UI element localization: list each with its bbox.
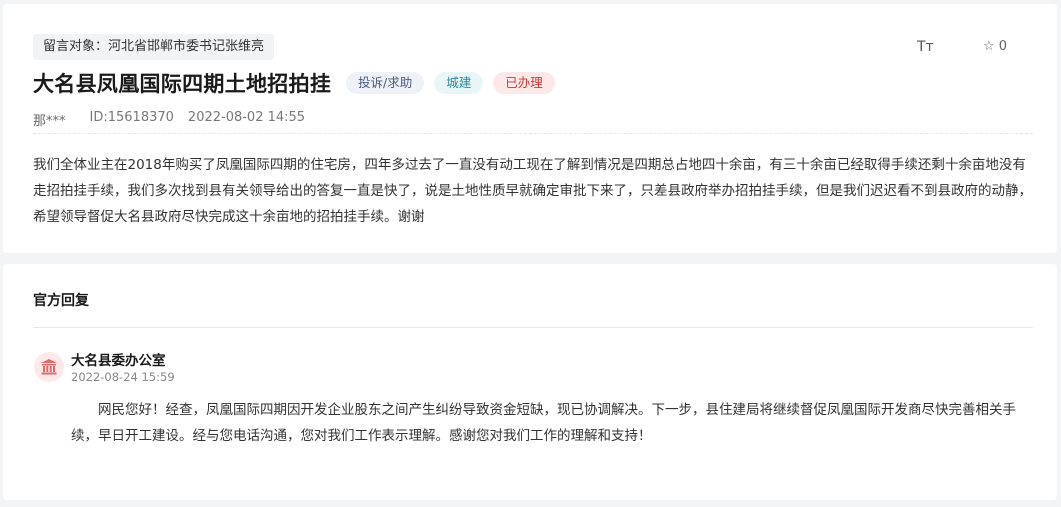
author-name: 那***: [33, 114, 66, 129]
tag-list: 投诉/求助 城建 已办理: [346, 72, 555, 94]
status-badge: 已办理: [493, 72, 555, 94]
message-id: ID:15618370: [89, 110, 174, 125]
avatar: [34, 352, 64, 382]
government-building-icon: [41, 359, 57, 375]
reply-datetime: 2022-08-24 15:59: [71, 370, 175, 384]
star-outline-icon: ☆: [983, 39, 995, 54]
message-target-chip: 留言对象：河北省邯郸市委书记张维亮: [33, 34, 275, 60]
message-datetime: 2022-08-02 14:55: [187, 110, 306, 125]
official-reply-card: 官方回复 大名县委办公室 2022-08-24 15:59 网民您好！经查，凤凰…: [3, 264, 1057, 500]
message-meta: 那*** ID:15618370 2022-08-02 14:55: [33, 110, 305, 129]
favorite-button[interactable]: ☆ 0: [983, 39, 1007, 54]
favorite-count: 0: [998, 39, 1008, 54]
message-card: 留言对象：河北省邯郸市委书记张维亮 Tт ☆ 0 大名县凤凰国际四期土地招拍挂 …: [3, 4, 1057, 253]
reply-section-title: 官方回复: [33, 293, 89, 309]
tag-category: 城建: [434, 72, 484, 94]
message-content: 我们全体业主在2018年购买了凤凰国际四期的住宅房，四年多过去了一直没有动工现在…: [33, 157, 1032, 225]
reply-org-name: 大名县委办公室: [71, 353, 166, 369]
reply-content: 网民您好！经查，凤凰国际四期因开发企业股东之间产生纠纷导致资金短缺，现已协调解决…: [71, 402, 1016, 444]
text-size-icon[interactable]: Tт: [917, 39, 934, 55]
tag-type: 投诉/求助: [346, 72, 425, 94]
divider: [33, 133, 1033, 134]
page-title: 大名县凤凰国际四期土地招拍挂: [33, 72, 332, 96]
divider: [33, 327, 1033, 328]
